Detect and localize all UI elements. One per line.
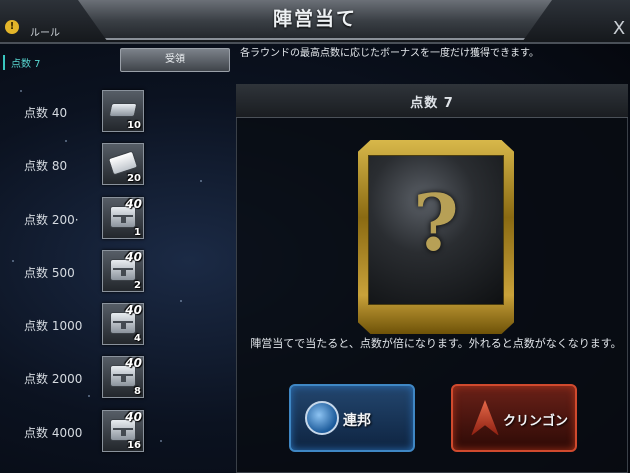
question-mark-icon: ? (413, 178, 459, 269)
star (200, 180, 202, 182)
klingon-emblem-icon (471, 400, 499, 436)
panel-score: 点数 7 (410, 96, 454, 111)
reward-threshold: 点数 4000 (24, 426, 83, 440)
bonus-description: 各ラウンドの最高点数に応じたボーナスを一度だけ獲得できます。 (240, 48, 539, 59)
reward-count: 4 (134, 333, 141, 344)
reward-count: 16 (127, 440, 141, 451)
reward-threshold: 点数 2000 (24, 372, 83, 386)
reward-row: 点数 80 20 (0, 141, 160, 187)
federation-label: 連邦 (343, 413, 371, 429)
chest-icon[interactable]: 40 8 (102, 356, 144, 398)
chest-icon[interactable]: 40 16 (102, 410, 144, 452)
game-description: 陣営当てで当たると、点数が倍になります。外れると点数がなくなります。 (250, 337, 622, 350)
chest-level-badge: 40 (125, 250, 142, 264)
federation-button[interactable]: 連邦 (289, 384, 415, 452)
game-screen: 陣営当て ! ルール X 点数 7 受領 各ラウンドの最高点数に応じたボーナスを… (0, 0, 630, 473)
reward-row: 点数 4000 40 16 (0, 408, 160, 454)
chest-level-badge: 40 (125, 197, 142, 211)
reward-row: 点数 1000 40 4 (0, 301, 160, 347)
close-button[interactable]: X (608, 14, 630, 44)
page-title: 陣営当て (272, 8, 357, 30)
info-icon[interactable]: ! (5, 20, 19, 34)
reward-threshold: 点数 40 (24, 106, 68, 120)
reward-threshold: 点数 1000 (24, 319, 83, 333)
chest-icon[interactable]: 40 4 (102, 303, 144, 345)
reward-row: 点数 2000 40 8 (0, 354, 160, 400)
chest-icon[interactable]: 40 2 (102, 250, 144, 292)
current-score: 点数 7 (3, 55, 41, 70)
klingon-button[interactable]: クリンゴン (451, 384, 577, 452)
star (180, 300, 182, 302)
silver-bar-shape (108, 103, 138, 117)
klingon-label: クリンゴン (503, 414, 569, 429)
reward-row: 点数 500 40 2 (0, 248, 160, 294)
reward-row: 点数 200· 40 1 (0, 195, 160, 241)
chest-level-badge: 40 (125, 303, 142, 317)
document-icon[interactable]: 20 (102, 143, 144, 185)
document-shape (107, 150, 139, 176)
reward-count: 8 (134, 386, 141, 397)
reward-threshold: 点数 200· (24, 213, 79, 227)
star (160, 440, 162, 442)
federation-emblem-icon (305, 401, 339, 435)
chest-level-badge: 40 (125, 356, 142, 370)
rule-button[interactable]: ルール (30, 24, 60, 39)
reward-count: 10 (127, 120, 141, 131)
chest-level-badge: 40 (125, 410, 142, 424)
reward-count: 2 (134, 280, 141, 291)
receive-button[interactable]: 受領 (120, 48, 230, 72)
chest-icon[interactable]: 40 1 (102, 197, 144, 239)
reward-count: 20 (127, 173, 141, 184)
silver-bar-icon[interactable]: 10 (102, 90, 144, 132)
reward-threshold: 点数 500 (24, 266, 75, 280)
reward-row: 点数 40 10 (0, 88, 160, 134)
reward-count: 1 (134, 227, 141, 238)
reward-threshold: 点数 80 (24, 159, 68, 173)
